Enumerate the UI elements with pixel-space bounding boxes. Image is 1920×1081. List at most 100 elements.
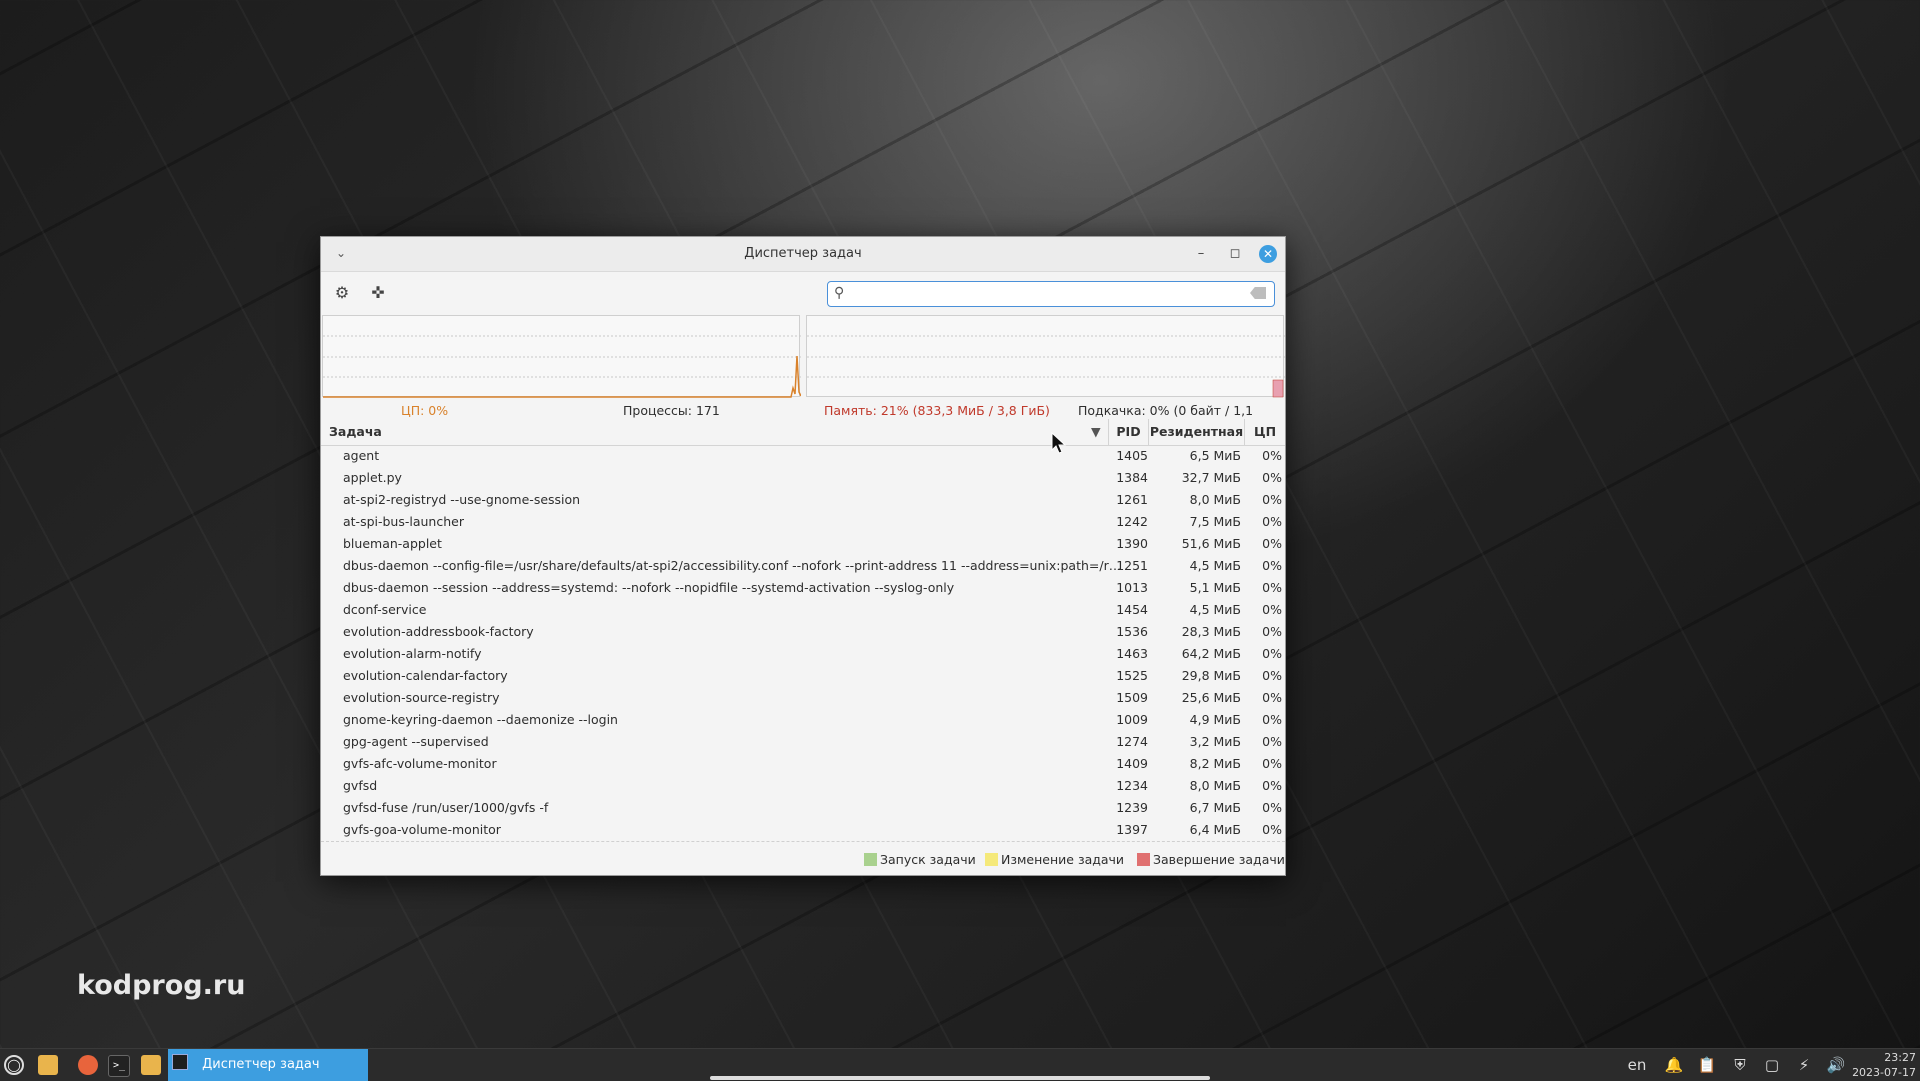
start-menu-icon[interactable]: ◯ [4,1055,24,1075]
cell-pid: 1239 [1116,800,1148,815]
cell-pid: 1390 [1116,536,1148,551]
window-manager-icon[interactable]: ▢ [1762,1055,1782,1075]
table-row[interactable]: blueman-applet 1390 51,6 МиБ 0% [321,533,1285,555]
maximize-button[interactable]: ◻ [1227,246,1243,262]
search-box[interactable]: ⚲ [827,281,1275,307]
cell-task: gvfs-goa-volume-monitor [343,822,501,837]
table-row[interactable]: dbus-daemon --config-file=/usr/share/def… [321,555,1285,577]
shield-icon[interactable]: ⛨ [1730,1055,1750,1075]
table-row[interactable]: gvfsd 1234 8,0 МиБ 0% [321,775,1285,797]
table-row[interactable]: applet.py 1384 32,7 МиБ 0% [321,467,1285,489]
column-resident[interactable]: Резидентная [1148,419,1244,445]
cell-cpu: 0% [1262,492,1282,507]
cell-cpu: 0% [1262,558,1282,573]
cpu-graph [322,315,801,398]
table-row[interactable]: gnome-keyring-daemon --daemonize --login… [321,709,1285,731]
cell-pid: 1009 [1116,712,1148,727]
cell-resident: 6,5 МиБ [1189,448,1241,463]
close-button[interactable]: ✕ [1259,245,1277,263]
cell-task: gnome-keyring-daemon --daemonize --login [343,712,618,727]
cell-cpu: 0% [1262,448,1282,463]
clipboard-icon[interactable]: 📋 [1697,1055,1717,1075]
cell-resident: 5,1 МиБ [1189,580,1241,595]
cell-cpu: 0% [1262,624,1282,639]
cell-pid: 1234 [1116,778,1148,793]
legend-change-label: Изменение задачи [1001,852,1125,867]
legend-end-swatch [1137,853,1150,866]
legend-start-swatch [864,853,877,866]
table-row[interactable]: gpg-agent --supervised 1274 3,2 МиБ 0% [321,731,1285,753]
table-row[interactable]: evolution-alarm-notify 1463 64,2 МиБ 0% [321,643,1285,665]
table-row[interactable]: evolution-source-registry 1509 25,6 МиБ 0% [321,687,1285,709]
cell-resident: 32,7 МиБ [1181,470,1241,485]
legend-bar: Запуск задачи Изменение задачи Завершени… [321,841,1285,876]
column-cpu[interactable]: ЦП [1244,419,1285,445]
clock[interactable]: 23:27 2023-07-17 [1852,1050,1916,1080]
firefox-icon[interactable] [78,1055,98,1075]
table-row[interactable]: gvfsd-fuse /run/user/1000/gvfs -f 1239 6,7… [321,797,1285,819]
search-input[interactable] [854,284,1238,306]
cell-cpu: 0% [1262,712,1282,727]
minimize-button[interactable]: – [1193,246,1209,262]
clock-time: 23:27 [1884,1051,1916,1064]
table-row[interactable]: gvfs-afc-volume-monitor 1409 8,2 МиБ 0% [321,753,1285,775]
legend-start-label: Запуск задачи [880,852,976,867]
toolbar: ⚙ ✜ ⚲ [321,271,1285,315]
table-row[interactable]: at-spi-bus-launcher 1242 7,5 МиБ 0% [321,511,1285,533]
cell-cpu: 0% [1262,646,1282,661]
cell-task: evolution-source-registry [343,690,500,705]
cell-cpu: 0% [1262,778,1282,793]
settings-gear-icon[interactable]: ⚙ [333,284,351,302]
window-title: Диспетчер задач [744,246,862,261]
cell-pid: 1536 [1116,624,1148,639]
column-task[interactable]: Задача [329,419,1109,445]
cell-cpu: 0% [1262,734,1282,749]
volume-icon[interactable]: 🔊 [1826,1055,1846,1075]
table-row[interactable]: evolution-addressbook-factory 1536 28,3 Ми… [321,621,1285,643]
graphs-area: ЦП: 0% Процессы: 171 Память: 21% (833,3 … [321,315,1285,433]
keyboard-layout[interactable]: en [1624,1055,1650,1075]
process-list[interactable]: agent 1405 6,5 МиБ 0% applet.py 1384 32,7 МиБ 0… [321,445,1285,841]
cell-task: agent [343,448,380,463]
titlebar[interactable]: ⌄ Диспетчер задач – ◻ ✕ [321,237,1285,272]
table-row[interactable]: gvfs-goa-volume-monitor 1397 6,4 МиБ 0% [321,819,1285,841]
column-pid[interactable]: PID [1108,419,1148,445]
clock-date: 2023-07-17 [1852,1066,1916,1079]
cell-task: dbus-daemon --session --address=systemd:… [343,580,955,595]
cell-task: evolution-alarm-notify [343,646,482,661]
search-icon: ⚲ [834,285,845,301]
sort-down-icon[interactable]: ▼ [1091,419,1105,445]
table-row[interactable]: at-spi2-registryd --use-gnome-session 126… [321,489,1285,511]
clear-search-icon[interactable] [1250,287,1266,299]
home-folder-icon[interactable] [141,1055,161,1075]
mouse-pointer-icon [1051,432,1067,454]
cell-pid: 1384 [1116,470,1148,485]
cell-pid: 1013 [1116,580,1148,595]
processes-stat: Процессы: 171 [623,403,720,418]
table-row[interactable]: evolution-calendar-factory 1525 29,8 МиБ 0% [321,665,1285,687]
files-folder-icon[interactable] [38,1055,58,1075]
power-icon[interactable]: ⚡ [1794,1055,1814,1075]
notifications-bell-icon[interactable]: 🔔 [1664,1055,1684,1075]
watermark: kodprog.ru [77,970,246,1001]
memory-graph [806,315,1285,398]
table-row[interactable]: agent 1405 6,5 МиБ 0% [321,445,1285,467]
cell-resident: 4,5 МиБ [1189,602,1241,617]
cell-resident: 8,0 МиБ [1189,778,1241,793]
legend-change-swatch [985,853,998,866]
table-row[interactable]: dconf-service 1454 4,5 МиБ 0% [321,599,1285,621]
cell-cpu: 0% [1262,602,1282,617]
cell-resident: 29,8 МиБ [1181,668,1241,683]
cell-resident: 25,6 МиБ [1181,690,1241,705]
memory-stat: Память: 21% (833,3 МиБ / 3,8 ГиБ) [824,403,1050,418]
cell-resident: 6,4 МиБ [1189,822,1241,837]
cell-task: dbus-daemon --config-file=/usr/share/def… [343,558,1123,573]
terminal-icon[interactable]: >_ [108,1055,130,1077]
cell-resident: 28,3 МиБ [1181,624,1241,639]
cell-resident: 8,0 МиБ [1189,492,1241,507]
cell-task: dconf-service [343,602,427,617]
crosshair-icon[interactable]: ✜ [369,284,387,302]
table-row[interactable]: dbus-daemon --session --address=systemd:… [321,577,1285,599]
taskbar-task-manager[interactable]: Диспетчер задач [168,1049,368,1081]
cell-task: gpg-agent --supervised [343,734,489,749]
